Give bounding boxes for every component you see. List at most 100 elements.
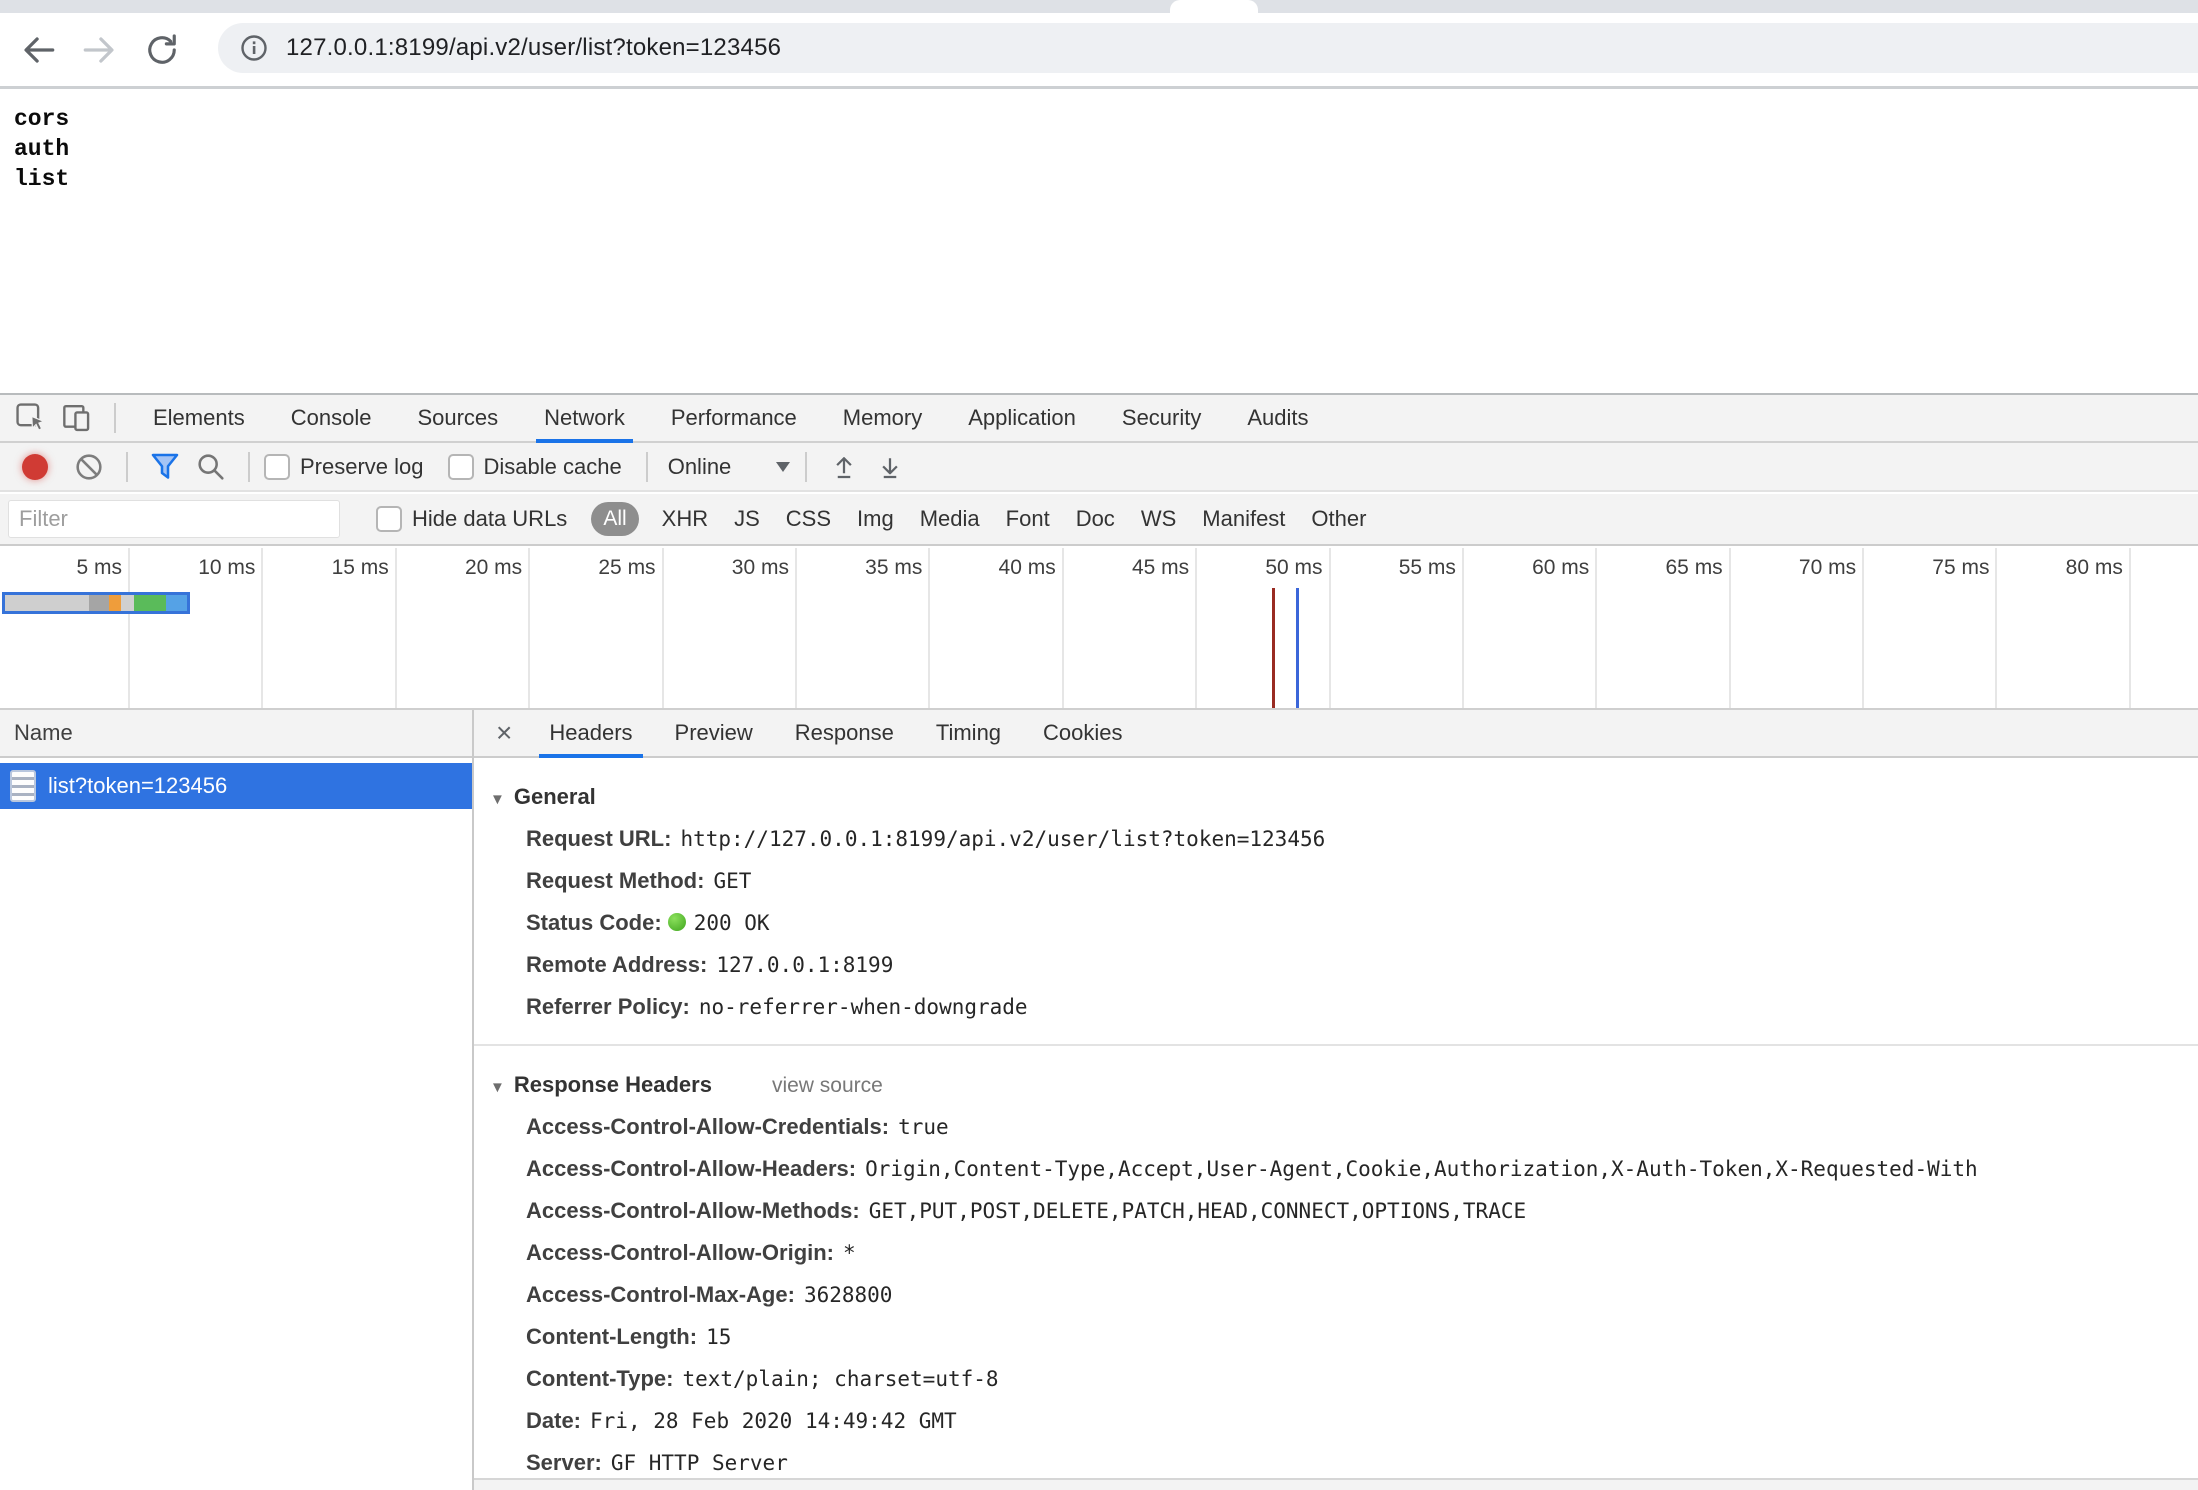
detail-tab-preview[interactable]: Preview (675, 710, 753, 756)
header-row: Access-Control-Allow-Headers:Origin,Cont… (526, 1148, 2198, 1190)
header-row: Request URL:http://127.0.0.1:8199/api.v2… (526, 818, 2198, 860)
header-label: Access-Control-Max-Age: (526, 1282, 795, 1307)
status-ok-icon (668, 913, 686, 931)
filter-type-js[interactable]: JS (734, 506, 760, 532)
header-value: GF HTTP Server (611, 1451, 788, 1475)
header-label: Date: (526, 1408, 581, 1433)
filter-type-img[interactable]: Img (857, 506, 894, 532)
waterfall-segment-stalled (89, 595, 109, 611)
header-label: Access-Control-Allow-Origin: (526, 1240, 834, 1265)
info-icon (240, 34, 268, 62)
filter-type-manifest[interactable]: Manifest (1202, 506, 1285, 532)
detail-tab-headers[interactable]: Headers (549, 710, 632, 756)
detail-tab-response[interactable]: Response (795, 710, 894, 756)
separator (248, 452, 250, 482)
toggle-device-toolbar-button[interactable] (54, 398, 100, 438)
reload-button[interactable] (138, 26, 186, 74)
timeline-tick: 85 ms (2131, 548, 2198, 708)
disable-cache-checkbox[interactable] (448, 454, 474, 480)
view-source-link[interactable]: view source (772, 1074, 883, 1098)
header-value: 200 OK (694, 911, 770, 935)
chevron-down-icon[interactable] (775, 461, 791, 473)
header-label: Server: (526, 1450, 602, 1475)
tab-performance[interactable]: Performance (671, 395, 797, 441)
clear-button[interactable] (66, 447, 112, 487)
close-icon[interactable]: × (496, 719, 512, 747)
timeline-tick: 80 ms (1997, 548, 2130, 708)
address-bar[interactable]: 127.0.0.1:8199/api.v2/user/list?token=12… (218, 23, 2198, 73)
search-button[interactable] (188, 447, 234, 487)
waterfall-segment-load (166, 595, 187, 611)
general-section-title: General (514, 784, 596, 810)
header-label: Access-Control-Allow-Credentials: (526, 1114, 889, 1139)
throttling-select[interactable]: Online (668, 454, 732, 480)
request-row[interactable]: list?token=123456 (0, 763, 472, 809)
header-label: Content-Type: (526, 1366, 673, 1391)
filter-type-css[interactable]: CSS (786, 506, 831, 532)
separator (126, 452, 128, 482)
header-value: no-referrer-when-downgrade (699, 995, 1028, 1019)
request-list-pane: Name list?token=123456 (0, 710, 474, 1490)
tab-elements[interactable]: Elements (153, 395, 245, 441)
general-section-header[interactable]: ▼ General (490, 784, 2198, 810)
tab-security[interactable]: Security (1122, 395, 1201, 441)
preserve-log-checkbox[interactable] (264, 454, 290, 480)
export-har-button[interactable] (867, 447, 913, 487)
header-value: 15 (706, 1325, 731, 1349)
filter-type-ws[interactable]: WS (1141, 506, 1176, 532)
filter-type-media[interactable]: Media (920, 506, 980, 532)
device-toolbar-icon (58, 399, 96, 437)
detail-tab-cookies[interactable]: Cookies (1043, 710, 1122, 756)
overview-selection-range[interactable] (2, 592, 190, 614)
timeline-tick: 30 ms (664, 548, 797, 708)
separator (646, 452, 648, 482)
header-value: 127.0.0.1:8199 (716, 953, 893, 977)
network-overview-timeline: 5 ms 10 ms 15 ms 20 ms 25 ms 30 ms 35 ms… (0, 548, 2198, 710)
page-content: cors auth list (0, 92, 2198, 393)
back-button[interactable] (14, 26, 62, 74)
devtools-panel: Elements Console Sources Network Perform… (0, 393, 2198, 1490)
header-value: GET (713, 869, 751, 893)
filter-type-xhr[interactable]: XHR (662, 506, 708, 532)
tab-application[interactable]: Application (968, 395, 1076, 441)
timeline-tick: 10 ms (130, 548, 263, 708)
filter-toggle-button[interactable] (142, 447, 188, 487)
header-row: Date:Fri, 28 Feb 2020 14:49:42 GMT (526, 1400, 2198, 1442)
filter-type-other[interactable]: Other (1311, 506, 1366, 532)
response-headers-section-title: Response Headers (514, 1072, 712, 1098)
tab-audits[interactable]: Audits (1247, 395, 1308, 441)
header-row: Access-Control-Allow-Credentials:true (526, 1106, 2198, 1148)
tab-memory[interactable]: Memory (843, 395, 922, 441)
filter-type-font[interactable]: Font (1006, 506, 1050, 532)
detail-tab-timing[interactable]: Timing (936, 710, 1001, 756)
section-divider (474, 1044, 2198, 1046)
back-arrow-icon (26, 39, 53, 61)
record-button[interactable] (22, 454, 48, 480)
tab-sources[interactable]: Sources (417, 395, 498, 441)
header-row: Access-Control-Allow-Methods:GET,PUT,POS… (526, 1190, 2198, 1232)
response-headers-section-header[interactable]: ▼ Response Headers view source (490, 1072, 2198, 1098)
import-har-button[interactable] (821, 447, 867, 487)
header-label: Access-Control-Allow-Headers: (526, 1156, 856, 1181)
request-detail-pane: × Headers Preview Response Timing Cookie… (474, 710, 2198, 1490)
filter-type-doc[interactable]: Doc (1076, 506, 1115, 532)
header-row: Content-Type:text/plain; charset=utf-8 (526, 1358, 2198, 1400)
header-row: Referrer Policy:no-referrer-when-downgra… (526, 986, 2198, 1028)
filter-type-all[interactable]: All (591, 502, 638, 536)
forward-button[interactable] (76, 26, 124, 74)
name-column-header[interactable]: Name (0, 710, 472, 758)
browser-active-tab[interactable] (1170, 0, 1258, 13)
tab-console[interactable]: Console (291, 395, 372, 441)
search-icon (194, 450, 228, 484)
waterfall-segment-request (109, 595, 121, 611)
tab-network[interactable]: Network (544, 395, 625, 441)
forward-arrow-icon (85, 39, 112, 61)
timeline-tick: 35 ms (797, 548, 930, 708)
inspect-element-button[interactable] (8, 398, 54, 438)
preserve-log-label: Preserve log (300, 454, 424, 480)
separator (114, 403, 116, 433)
filter-input[interactable] (8, 500, 340, 538)
page-line: list (14, 164, 2198, 194)
reload-icon (141, 29, 183, 71)
hide-data-urls-checkbox[interactable] (376, 506, 402, 532)
